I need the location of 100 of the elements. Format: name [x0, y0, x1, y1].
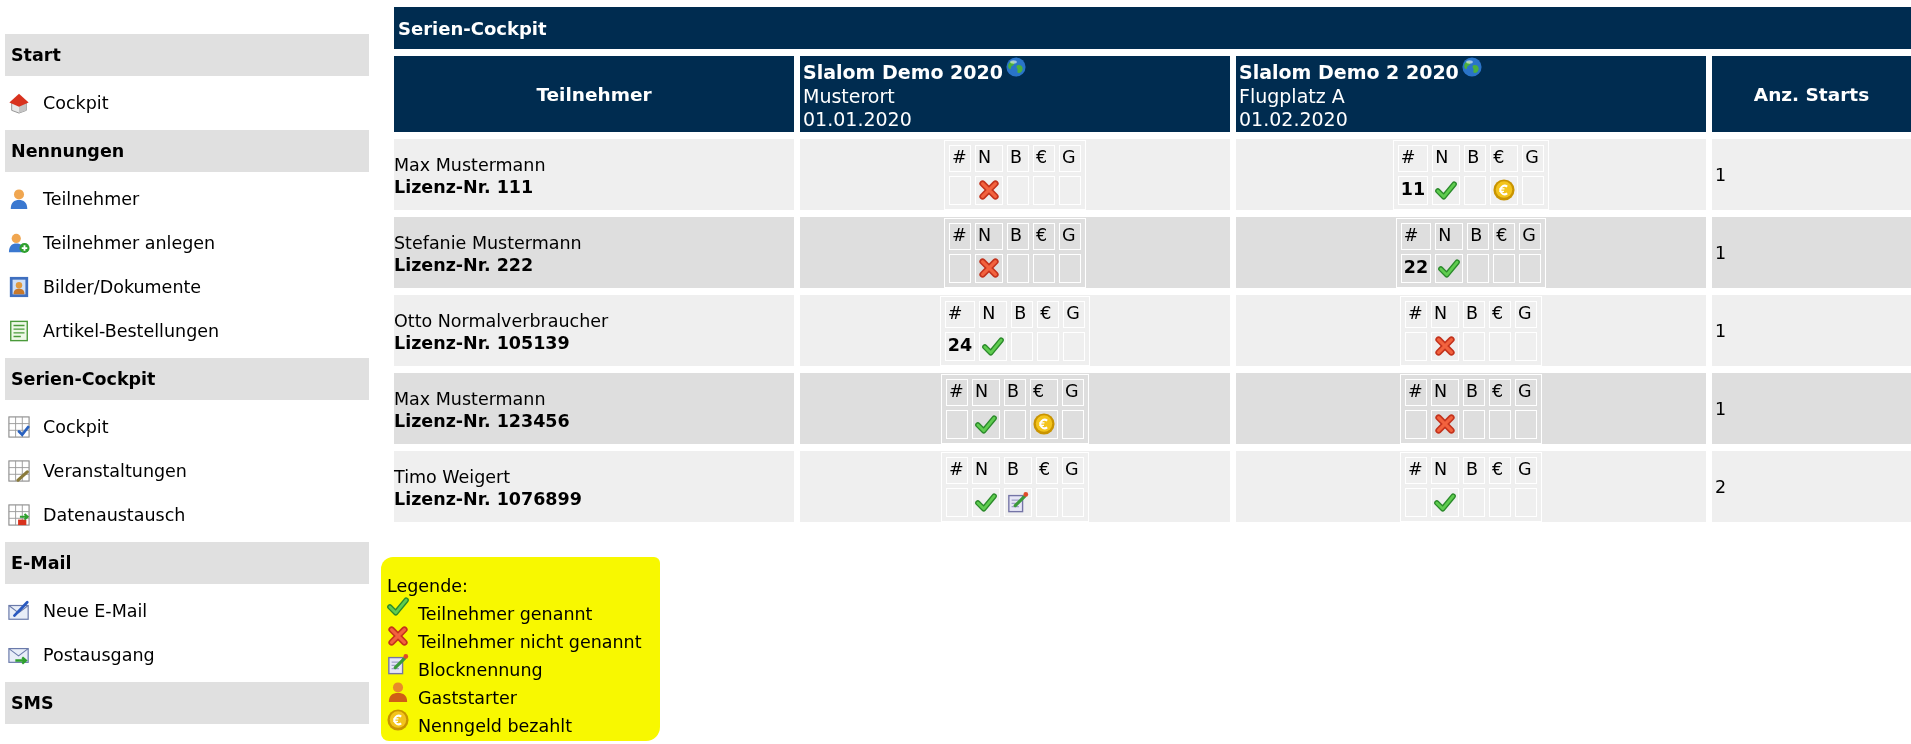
nav-link[interactable]: Teilnehmer anlegen: [5, 221, 216, 265]
nav-link[interactable]: Bilder/Dokumente: [5, 265, 202, 309]
check-icon: [982, 336, 1005, 356]
status-header: #: [1400, 222, 1432, 250]
check-icon: [387, 597, 409, 616]
coin-icon: [387, 709, 409, 731]
nav-link[interactable]: Teilnehmer: [5, 177, 140, 221]
nav-link[interactable]: Neue E-Mail: [5, 589, 148, 633]
status-header: B: [1004, 456, 1032, 484]
status-header: €: [1033, 222, 1055, 250]
starts-cell: 1: [1712, 373, 1911, 444]
user-icon: [8, 188, 30, 210]
license-number: Lizenz-Nr. 123456: [394, 409, 570, 432]
status-header: B: [1467, 222, 1490, 250]
house-icon: [8, 92, 30, 114]
status-header: N: [1435, 222, 1464, 250]
status-header: N: [972, 378, 1000, 406]
column-header: Anz. Starts: [1712, 56, 1911, 132]
starts-cell: 1: [1712, 217, 1911, 288]
number-cell: 11: [1397, 175, 1429, 205]
status-header: #: [946, 456, 968, 484]
status-header: €: [1489, 300, 1511, 328]
nav-link[interactable]: Postausgang: [5, 633, 155, 677]
status-header: B: [1011, 300, 1034, 328]
license-number: Lizenz-Nr. 1076899: [394, 487, 582, 510]
grid-pencil-icon: [8, 460, 30, 482]
status-header: €: [1030, 378, 1058, 406]
legend-label: Teilnehmer nicht genannt: [418, 631, 642, 654]
nav-link[interactable]: Cockpit: [5, 81, 109, 125]
nav-link[interactable]: Cockpit: [5, 405, 109, 449]
status-header: B: [1463, 300, 1485, 328]
number-cell: 22: [1400, 253, 1432, 283]
status-header: €: [1037, 300, 1060, 328]
envelope-pencil-icon: [8, 600, 30, 622]
event-title: Slalom Demo 2020: [803, 61, 1003, 85]
status-header: N: [975, 144, 1003, 172]
starts-cell: 2: [1712, 451, 1911, 522]
status-header: €: [1493, 222, 1516, 250]
status-header: B: [1007, 222, 1029, 250]
status-header: N: [1431, 456, 1459, 484]
event-date: 01.02.2020: [1239, 108, 1348, 132]
status-header: €: [1490, 144, 1519, 172]
status-header: €: [1036, 456, 1058, 484]
event-location: Musterort: [803, 84, 895, 108]
participant-name: Timo Weigert: [394, 465, 511, 488]
legend-label: Blocknennung: [418, 659, 543, 682]
check-icon: [1434, 492, 1456, 512]
status-header: G: [1059, 222, 1081, 250]
globe-icon: [1006, 57, 1026, 77]
section-header: E-Mail: [5, 542, 369, 584]
number-cell: [946, 409, 968, 439]
status-header: G: [1522, 144, 1545, 172]
legend-label: Teilnehmer genannt: [418, 603, 593, 626]
legend-label: Gaststarter: [418, 687, 517, 710]
globe-icon: [1461, 57, 1482, 77]
legend-label: Nenngeld bezahlt: [418, 715, 573, 738]
list-document-icon: [8, 320, 30, 342]
cross-icon: [387, 625, 409, 647]
status-header: #: [949, 222, 971, 250]
status-header: €: [1489, 456, 1511, 484]
starts-cell: 1: [1712, 295, 1911, 366]
person-icon: [387, 681, 409, 703]
license-number: Lizenz-Nr. 111: [394, 175, 534, 198]
section-header: Start: [5, 34, 369, 76]
nav-link[interactable]: Artikel-Bestellungen: [5, 309, 220, 353]
status-header: #: [949, 144, 971, 172]
nav-link[interactable]: Datenaustausch: [5, 493, 186, 537]
participant-name: Max Mustermann: [394, 387, 546, 410]
participant-name: Max Mustermann: [394, 153, 546, 176]
status-header: N: [972, 456, 1000, 484]
status-header: N: [1431, 378, 1459, 406]
status-header: G: [1062, 456, 1084, 484]
status-header: G: [1059, 144, 1081, 172]
number-cell: [1405, 409, 1427, 439]
number-cell: 24: [944, 331, 976, 361]
status-header: N: [1431, 300, 1459, 328]
status-header: #: [946, 378, 968, 406]
column-header: Teilnehmer: [394, 56, 794, 132]
framed-picture-icon: [8, 276, 30, 298]
notepad-pencil-icon: [387, 653, 409, 675]
check-icon: [1438, 258, 1461, 278]
status-header: #: [1405, 456, 1427, 484]
section-header: Serien-Cockpit: [5, 358, 369, 400]
nav-link[interactable]: Veranstaltungen: [5, 449, 187, 493]
event-date: 01.01.2020: [803, 108, 912, 132]
status-header: €: [1033, 144, 1055, 172]
status-header: N: [979, 300, 1008, 328]
section-header: Nennungen: [5, 130, 369, 172]
participant-name: Stefanie Mustermann: [394, 231, 582, 254]
status-header: #: [1405, 300, 1427, 328]
status-header: €: [1489, 378, 1511, 406]
participant-name: Otto Normalverbraucher: [394, 309, 609, 332]
status-header: G: [1062, 378, 1084, 406]
check-icon: [975, 414, 997, 434]
grid-arrow-icon: [8, 504, 30, 526]
status-header: B: [1007, 144, 1029, 172]
status-header: #: [1397, 144, 1429, 172]
status-header: N: [975, 222, 1003, 250]
grid-check-icon: [8, 416, 30, 438]
starts-cell: 1: [1712, 139, 1911, 210]
